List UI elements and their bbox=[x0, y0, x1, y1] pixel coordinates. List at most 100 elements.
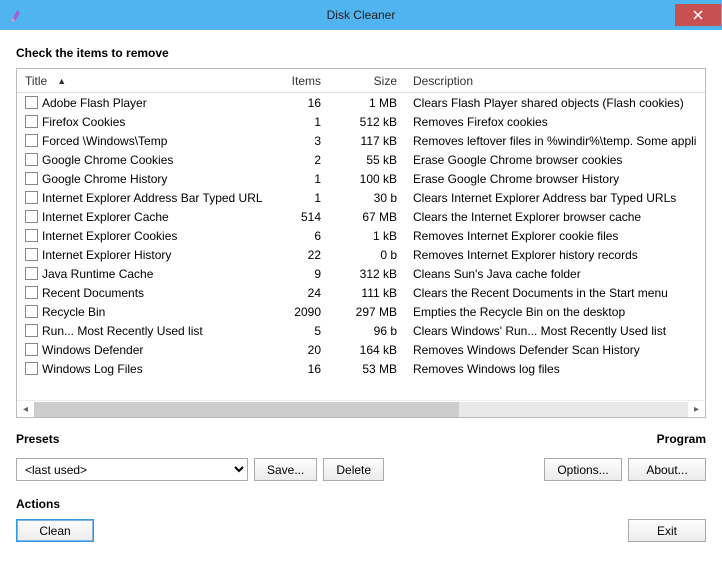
actions-heading: Actions bbox=[16, 497, 94, 511]
row-description: Clears the Recent Documents in the Start… bbox=[405, 286, 705, 300]
table-row[interactable]: Recycle Bin2090297 MBEmpties the Recycle… bbox=[17, 302, 705, 321]
row-items: 22 bbox=[263, 248, 329, 262]
app-icon bbox=[8, 7, 24, 23]
column-header-title[interactable]: Title ▲ bbox=[17, 69, 263, 92]
table-row[interactable]: Internet Explorer Cache 51467 MBClears th… bbox=[17, 207, 705, 226]
exit-button[interactable]: Exit bbox=[628, 519, 706, 542]
row-checkbox[interactable] bbox=[25, 267, 38, 280]
row-checkbox[interactable] bbox=[25, 210, 38, 223]
row-items: 2 bbox=[263, 153, 329, 167]
row-checkbox[interactable] bbox=[25, 343, 38, 356]
titlebar[interactable]: Disk Cleaner bbox=[0, 0, 722, 30]
row-title: Google Chrome Cookies bbox=[42, 153, 173, 167]
row-checkbox[interactable] bbox=[25, 172, 38, 185]
table-row[interactable]: Firefox Cookies1512 kBRemoves Firefox co… bbox=[17, 112, 705, 131]
table-row[interactable]: Java Runtime Cache 9312 kBCleans Sun's Ja… bbox=[17, 264, 705, 283]
row-items: 16 bbox=[263, 96, 329, 110]
row-size: 297 MB bbox=[329, 305, 405, 319]
row-description: Clears Internet Explorer Address bar Typ… bbox=[405, 191, 705, 205]
table-row[interactable]: Google Chrome History1100 kBErase Google… bbox=[17, 169, 705, 188]
row-description: Removes Windows log files bbox=[405, 362, 705, 376]
row-checkbox[interactable] bbox=[25, 229, 38, 242]
sort-asc-icon: ▲ bbox=[57, 76, 66, 86]
table-row[interactable]: Forced \Windows\Temp3117 kBRemoves lefto… bbox=[17, 131, 705, 150]
row-size: 0 b bbox=[329, 248, 405, 262]
row-description: Clears the Internet Explorer browser cac… bbox=[405, 210, 705, 224]
table-row[interactable]: Windows Log Files 1653 MBRemoves Windows … bbox=[17, 359, 705, 378]
scroll-left-icon[interactable]: ◂ bbox=[17, 401, 34, 418]
row-items: 1 bbox=[263, 191, 329, 205]
row-title: Java Runtime Cache bbox=[42, 267, 153, 281]
save-button[interactable]: Save... bbox=[254, 458, 317, 481]
scrollbar-thumb[interactable] bbox=[34, 402, 459, 417]
preset-select[interactable]: <last used> bbox=[16, 458, 248, 481]
items-table: Title ▲ Items Size Description Adobe Fla… bbox=[16, 68, 706, 418]
row-title: Windows Defender bbox=[42, 343, 143, 357]
row-description: Clears Windows' Run... Most Recently Use… bbox=[405, 324, 705, 338]
row-description: Removes Windows Defender Scan History bbox=[405, 343, 705, 357]
about-button[interactable]: About... bbox=[628, 458, 706, 481]
table-header: Title ▲ Items Size Description bbox=[17, 69, 705, 93]
row-items: 6 bbox=[263, 229, 329, 243]
row-description: Removes Firefox cookies bbox=[405, 115, 705, 129]
row-title: Google Chrome History bbox=[42, 172, 167, 186]
row-items: 514 bbox=[263, 210, 329, 224]
row-checkbox[interactable] bbox=[25, 324, 38, 337]
close-button[interactable] bbox=[675, 4, 721, 26]
table-row[interactable]: Run... Most Recently Used list596 bClear… bbox=[17, 321, 705, 340]
delete-button[interactable]: Delete bbox=[323, 458, 384, 481]
row-title: Recent Documents bbox=[42, 286, 144, 300]
row-checkbox[interactable] bbox=[25, 134, 38, 147]
row-checkbox[interactable] bbox=[25, 191, 38, 204]
row-size: 67 MB bbox=[329, 210, 405, 224]
row-title: Run... Most Recently Used list bbox=[42, 324, 203, 338]
row-title: Internet Explorer Cache bbox=[42, 210, 169, 224]
row-items: 5 bbox=[263, 324, 329, 338]
row-title: Internet Explorer Address Bar Typed URLs bbox=[42, 191, 263, 205]
window-title: Disk Cleaner bbox=[0, 8, 722, 22]
row-description: Removes leftover files in %windir%\temp.… bbox=[405, 134, 705, 148]
row-items: 1 bbox=[263, 172, 329, 186]
row-checkbox[interactable] bbox=[25, 248, 38, 261]
program-heading: Program bbox=[657, 432, 706, 446]
row-checkbox[interactable] bbox=[25, 362, 38, 375]
row-size: 53 MB bbox=[329, 362, 405, 376]
row-size: 55 kB bbox=[329, 153, 405, 167]
row-description: Empties the Recycle Bin on the desktop bbox=[405, 305, 705, 319]
row-size: 100 kB bbox=[329, 172, 405, 186]
row-items: 1 bbox=[263, 115, 329, 129]
row-size: 312 kB bbox=[329, 267, 405, 281]
content-area: Check the items to remove Title ▲ Items … bbox=[0, 30, 722, 554]
row-size: 30 b bbox=[329, 191, 405, 205]
options-button[interactable]: Options... bbox=[544, 458, 622, 481]
horizontal-scrollbar[interactable]: ◂ ▸ bbox=[17, 400, 705, 417]
scroll-right-icon[interactable]: ▸ bbox=[688, 401, 705, 418]
table-row[interactable]: Google Chrome Cookies255 kBErase Google … bbox=[17, 150, 705, 169]
row-title: Internet Explorer Cookies bbox=[42, 229, 177, 243]
row-items: 9 bbox=[263, 267, 329, 281]
row-checkbox[interactable] bbox=[25, 96, 38, 109]
column-header-items[interactable]: Items bbox=[263, 69, 329, 92]
table-row[interactable]: Internet Explorer History220 bRemoves In… bbox=[17, 245, 705, 264]
row-checkbox[interactable] bbox=[25, 286, 38, 299]
scrollbar-track[interactable] bbox=[34, 402, 688, 417]
table-row[interactable]: Recent Documents24111 kBClears the Recen… bbox=[17, 283, 705, 302]
row-items: 3 bbox=[263, 134, 329, 148]
row-description: Removes Internet Explorer cookie files bbox=[405, 229, 705, 243]
presets-heading: Presets bbox=[16, 432, 384, 446]
row-checkbox[interactable] bbox=[25, 305, 38, 318]
column-header-size[interactable]: Size bbox=[329, 69, 405, 92]
table-row[interactable]: Windows Defender20164 kBRemoves Windows … bbox=[17, 340, 705, 359]
row-title: Windows Log Files bbox=[42, 362, 143, 376]
row-size: 164 kB bbox=[329, 343, 405, 357]
table-row[interactable]: Internet Explorer Cookies61 kBRemoves In… bbox=[17, 226, 705, 245]
row-size: 111 kB bbox=[329, 286, 405, 300]
table-row[interactable]: Internet Explorer Address Bar Typed URLs… bbox=[17, 188, 705, 207]
row-items: 16 bbox=[263, 362, 329, 376]
column-header-description[interactable]: Description bbox=[405, 69, 705, 92]
table-row[interactable]: Adobe Flash Player161 MBClears Flash Pla… bbox=[17, 93, 705, 112]
clean-button[interactable]: Clean bbox=[16, 519, 94, 542]
row-description: Cleans Sun's Java cache folder bbox=[405, 267, 705, 281]
row-checkbox[interactable] bbox=[25, 115, 38, 128]
row-checkbox[interactable] bbox=[25, 153, 38, 166]
